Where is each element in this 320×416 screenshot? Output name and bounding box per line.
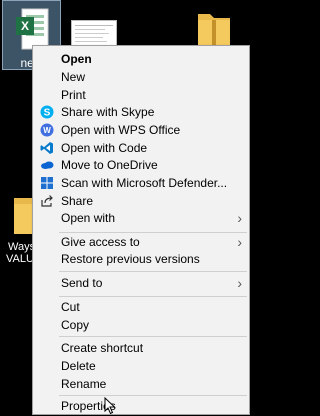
menu-item-properties[interactable]: Properties — [34, 397, 248, 415]
menu-item-label: Rename — [61, 377, 107, 391]
menu-item-label: Scan with Microsoft Defender... — [61, 176, 228, 190]
menu-item-new[interactable]: New — [34, 68, 248, 86]
menu-item-share-with-skype[interactable]: S Share with Skype — [34, 103, 248, 121]
menu-item-label: New — [61, 70, 86, 84]
chevron-right-icon: › — [237, 210, 242, 226]
vscode-icon — [40, 141, 54, 155]
menu-item-label: Create shortcut — [61, 341, 144, 355]
mouse-cursor-icon — [104, 397, 116, 415]
chevron-right-icon: › — [237, 275, 242, 291]
menu-item-label: Restore previous versions — [61, 252, 200, 266]
menu-item-send-to[interactable]: Send to › — [34, 274, 248, 292]
share-icon — [40, 194, 54, 208]
menu-item-open-with-wps-office[interactable]: W Open with WPS Office — [34, 121, 248, 139]
menu-item-label: Open with Code — [61, 141, 148, 155]
menu-item-label: Open — [61, 52, 92, 66]
menu-item-share[interactable]: Share — [34, 192, 248, 210]
menu-item-label: Print — [61, 88, 86, 102]
wps-office-icon: W — [40, 123, 54, 137]
chevron-right-icon: › — [237, 234, 242, 250]
menu-item-label: Open with WPS Office — [61, 123, 181, 137]
menu-item-print[interactable]: Print — [34, 86, 248, 104]
menu-item-label: Open with — [61, 211, 116, 225]
svg-text:X: X — [21, 19, 29, 33]
menu-item-label: Copy — [61, 318, 90, 332]
menu-item-rename[interactable]: Rename — [34, 375, 248, 393]
menu-item-copy[interactable]: Copy — [34, 316, 248, 334]
menu-item-delete[interactable]: Delete — [34, 357, 248, 375]
menu-item-open[interactable]: Open — [34, 50, 248, 68]
menu-item-label: Delete — [61, 359, 96, 373]
menu-item-create-shortcut[interactable]: Create shortcut — [34, 339, 248, 357]
menu-item-cut[interactable]: Cut — [34, 298, 248, 316]
defender-icon — [40, 176, 54, 190]
menu-separator — [59, 296, 247, 297]
menu-separator — [59, 271, 247, 272]
onedrive-icon — [40, 158, 54, 172]
menu-item-label: Share — [61, 194, 94, 208]
context-menu: Open New Print S Share with Skype W Open… — [32, 45, 250, 415]
svg-text:S: S — [44, 108, 51, 119]
menu-item-open-with-code[interactable]: Open with Code — [34, 139, 248, 157]
zip-folder-icon[interactable] — [196, 8, 232, 50]
menu-item-label: Share with Skype — [61, 105, 155, 119]
folder-icon — [198, 14, 230, 48]
menu-item-scan-with-defender[interactable]: Scan with Microsoft Defender... — [34, 174, 248, 192]
menu-separator — [59, 395, 247, 396]
menu-item-label: Move to OneDrive — [61, 158, 158, 172]
menu-item-move-to-onedrive[interactable]: Move to OneDrive — [34, 156, 248, 174]
menu-item-label: Send to — [61, 276, 103, 290]
menu-item-restore-previous-versions[interactable]: Restore previous versions — [34, 250, 248, 268]
desktop: X new Ways VALUE Open — [0, 0, 252, 416]
menu-separator — [59, 336, 247, 337]
menu-item-give-access-to[interactable]: Give access to › — [34, 233, 248, 251]
menu-item-open-with[interactable]: Open with › — [34, 209, 248, 227]
skype-icon: S — [40, 105, 54, 119]
menu-item-label: Cut — [61, 300, 80, 314]
menu-item-label: Give access to — [61, 235, 140, 249]
svg-text:W: W — [43, 126, 51, 135]
